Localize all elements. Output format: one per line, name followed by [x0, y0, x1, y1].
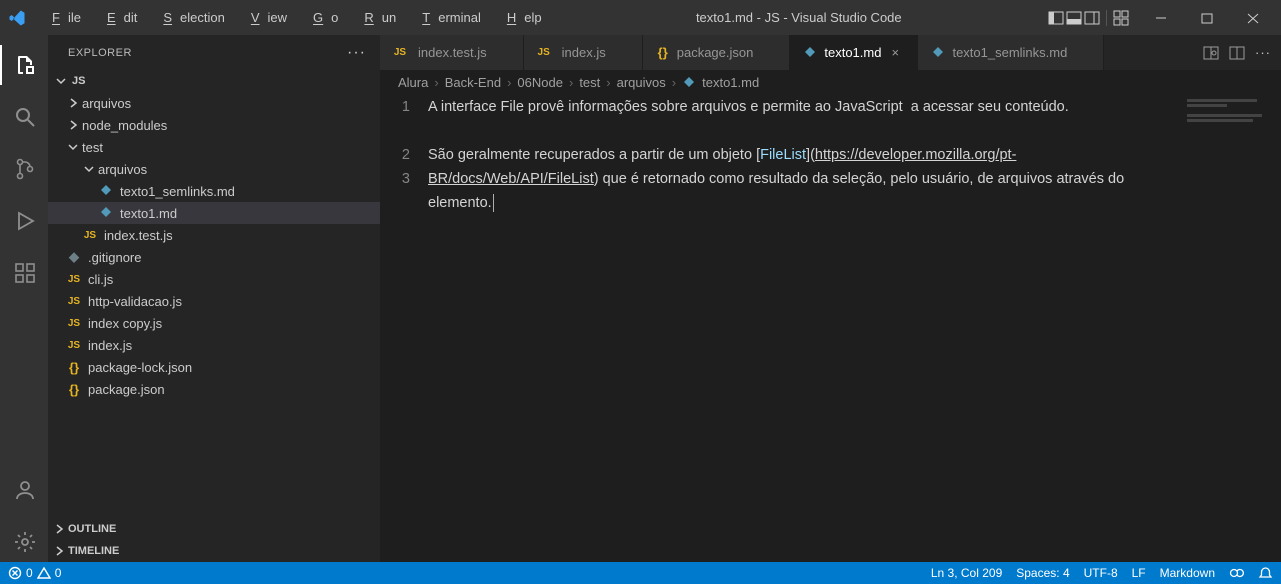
- tree-file-texto1-semlinks[interactable]: texto1_semlinks.md: [48, 180, 380, 202]
- minimap[interactable]: [1181, 95, 1281, 562]
- customize-layout-icon[interactable]: [1113, 10, 1129, 26]
- tree-folder-arquivos[interactable]: arquivos: [48, 92, 380, 114]
- menu-run[interactable]: Run: [348, 6, 404, 29]
- status-eol[interactable]: LF: [1132, 566, 1146, 580]
- tree-file-index-test[interactable]: JSindex.test.js: [48, 224, 380, 246]
- sidebar-title: EXPLORER: [68, 47, 132, 59]
- explorer-sidebar: EXPLORER ··· JS arquivos node_modules te…: [48, 35, 380, 562]
- window-title: texto1.md - JS - Visual Studio Code: [554, 10, 1044, 25]
- status-cursor-position[interactable]: Ln 3, Col 209: [931, 566, 1002, 580]
- accounts-icon[interactable]: [0, 470, 48, 510]
- status-language[interactable]: Markdown: [1160, 566, 1215, 580]
- more-actions-icon[interactable]: ···: [1255, 45, 1271, 60]
- workspace-name: JS: [72, 75, 85, 87]
- error-icon: [8, 566, 22, 580]
- line-numbers: 1 2 3: [380, 95, 428, 562]
- tree-file-http-validacao[interactable]: JShttp-validacao.js: [48, 290, 380, 312]
- tree-folder-test[interactable]: test: [48, 136, 380, 158]
- menu-terminal[interactable]: Terminal: [406, 6, 489, 29]
- status-indentation[interactable]: Spaces: 4: [1016, 566, 1069, 580]
- tree-file-texto1[interactable]: texto1.md: [48, 202, 380, 224]
- workspace-header[interactable]: JS: [48, 70, 380, 92]
- vscode-logo-icon: [8, 9, 26, 27]
- file-tree: arquivos node_modules test arquivos text…: [48, 92, 380, 518]
- warning-icon: [37, 566, 51, 580]
- settings-gear-icon[interactable]: [0, 522, 48, 562]
- tree-file-package-lock[interactable]: {}package-lock.json: [48, 356, 380, 378]
- tab-package[interactable]: {}package.json×: [643, 35, 791, 70]
- minimize-button[interactable]: [1141, 3, 1181, 33]
- tab-texto1[interactable]: texto1.md×: [790, 35, 918, 70]
- tree-file-cli[interactable]: JScli.js: [48, 268, 380, 290]
- outline-section[interactable]: OUTLINE: [48, 518, 380, 540]
- markdown-icon: [682, 76, 696, 90]
- extensions-icon[interactable]: [0, 253, 48, 293]
- sidebar-more-icon[interactable]: ···: [347, 44, 366, 62]
- tree-file-index-copy[interactable]: JSindex copy.js: [48, 312, 380, 334]
- main-menu: FFileile Edit Selection View Go Run Term…: [36, 6, 550, 29]
- close-button[interactable]: [1233, 3, 1273, 33]
- editor-area: JSindex.test.js× JSindex.js× {}package.j…: [380, 35, 1281, 562]
- menu-edit[interactable]: Edit: [91, 6, 145, 29]
- split-editor-icon[interactable]: [1229, 45, 1245, 61]
- tree-file-index[interactable]: JSindex.js: [48, 334, 380, 356]
- tree-folder-test-arquivos[interactable]: arquivos: [48, 158, 380, 180]
- status-encoding[interactable]: UTF-8: [1084, 566, 1118, 580]
- tree-folder-node-modules[interactable]: node_modules: [48, 114, 380, 136]
- status-bar: 0 0 Ln 3, Col 209 Spaces: 4 UTF-8 LF Mar…: [0, 562, 1281, 584]
- status-feedback-icon[interactable]: [1229, 566, 1244, 581]
- menu-file[interactable]: FFileile: [36, 6, 89, 29]
- toggle-secondary-sidebar-icon[interactable]: [1084, 10, 1100, 26]
- run-debug-icon[interactable]: [0, 201, 48, 241]
- layout-controls: [1048, 10, 1129, 26]
- tree-file-gitignore[interactable]: ◆.gitignore: [48, 246, 380, 268]
- menu-go[interactable]: Go: [297, 6, 346, 29]
- toggle-panel-icon[interactable]: [1066, 10, 1082, 26]
- code-editor[interactable]: 1 2 3 A interface File provê informações…: [380, 95, 1281, 562]
- status-problems[interactable]: 0 0: [8, 566, 61, 580]
- toggle-primary-sidebar-icon[interactable]: [1048, 10, 1064, 26]
- tab-index[interactable]: JSindex.js×: [524, 35, 643, 70]
- markdown-icon: [803, 46, 817, 60]
- code-content[interactable]: A interface File provê informações sobre…: [428, 95, 1281, 562]
- maximize-button[interactable]: [1187, 3, 1227, 33]
- tab-texto1-semlinks[interactable]: texto1_semlinks.md×: [918, 35, 1104, 70]
- editor-tabs: JSindex.test.js× JSindex.js× {}package.j…: [380, 35, 1281, 70]
- source-control-icon[interactable]: [0, 149, 48, 189]
- explorer-view-icon[interactable]: [0, 45, 48, 85]
- search-view-icon[interactable]: [0, 97, 48, 137]
- breadcrumbs[interactable]: Alura› Back-End› 06Node› test› arquivos›…: [380, 70, 1281, 95]
- activity-bar: [0, 35, 48, 562]
- markdown-icon: [931, 46, 945, 60]
- menu-selection[interactable]: Selection: [147, 6, 232, 29]
- open-preview-icon[interactable]: [1203, 45, 1219, 61]
- titlebar: FFileile Edit Selection View Go Run Term…: [0, 0, 1281, 35]
- tab-index-test[interactable]: JSindex.test.js×: [380, 35, 524, 70]
- tree-file-package[interactable]: {}package.json: [48, 378, 380, 400]
- markdown-icon: [99, 184, 113, 198]
- menu-help[interactable]: Help: [491, 6, 550, 29]
- timeline-section[interactable]: TIMELINE: [48, 540, 380, 562]
- text-cursor: [493, 194, 494, 212]
- markdown-icon: [99, 206, 113, 220]
- status-notifications-icon[interactable]: [1258, 566, 1273, 581]
- menu-view[interactable]: View: [235, 6, 295, 29]
- close-icon[interactable]: ×: [891, 45, 905, 60]
